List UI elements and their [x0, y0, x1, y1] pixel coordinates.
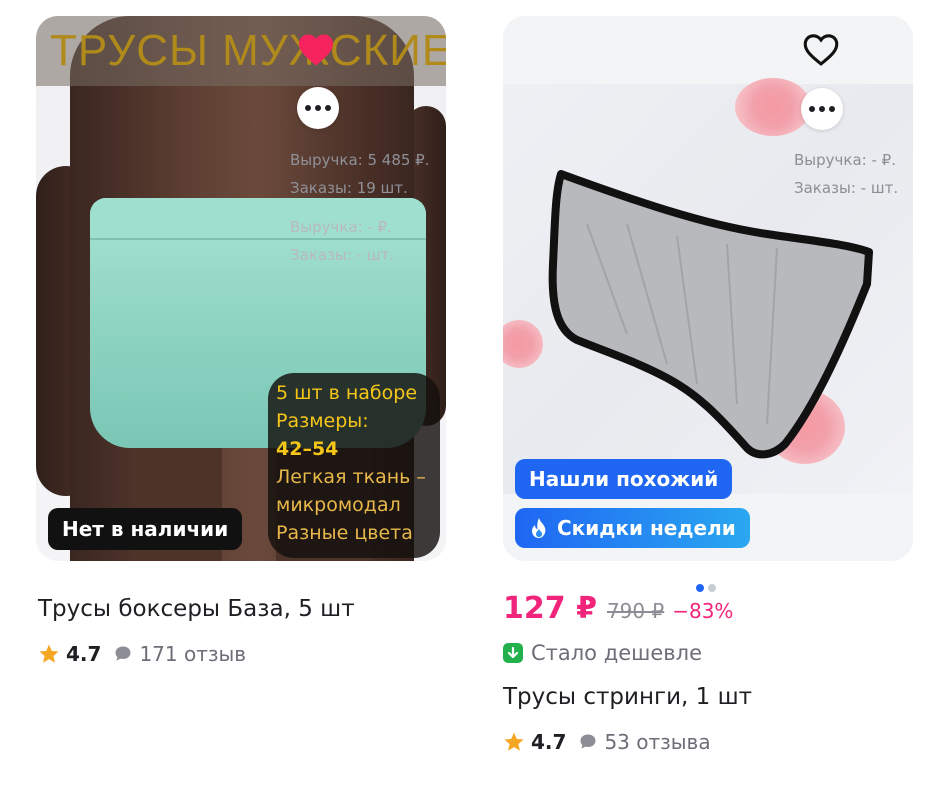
product-title[interactable]: Трусы стринги, 1 шт — [503, 684, 752, 710]
reviews-count[interactable]: 53 отзыва — [604, 730, 710, 754]
discount-percent: −83% — [672, 599, 734, 623]
reviews-count[interactable]: 171 отзыв — [139, 642, 246, 666]
product-image[interactable]: Выручка: - ₽. Заказы: - шт. Нашли похожи… — [503, 16, 913, 561]
sales-stats: Выручка: 5 485 ₽. Заказы: 19 шт. — [290, 146, 430, 202]
revenue-stat: Выручка: - ₽. — [794, 151, 896, 169]
fire-icon — [529, 517, 549, 539]
old-price: 790 ₽ — [606, 599, 665, 623]
weekly-sale-label: Скидки недели — [557, 516, 736, 540]
rating-value: 4.7 — [66, 642, 102, 666]
price-dropped-text: Стало дешевле — [531, 641, 703, 665]
photo-rose — [503, 320, 543, 368]
star-icon — [39, 644, 59, 663]
orders-stat: Заказы: - шт. — [290, 246, 395, 264]
price-dropped-label: Стало дешевле — [503, 641, 702, 665]
photo-thong — [548, 170, 873, 459]
more-dots-icon — [809, 106, 835, 112]
sales-stats: Выручка: - ₽. Заказы: - шт. — [794, 146, 898, 202]
orders-stat: Заказы: - шт. — [794, 179, 899, 197]
star-icon — [504, 732, 524, 751]
revenue-stat: Выручка: 5 485 ₽. — [290, 151, 430, 169]
sales-stats-secondary: Выручка: - ₽. Заказы: - шт. — [290, 213, 394, 269]
rating-value: 4.7 — [531, 730, 567, 754]
favorite-button[interactable] — [801, 30, 841, 70]
more-options-button[interactable] — [297, 87, 339, 129]
info-line: микромодал — [276, 494, 401, 516]
weekly-sale-badge[interactable]: Скидки недели — [515, 508, 750, 548]
product-image[interactable]: ТРУСЫ МУЖСКИЕ Выручка: 5 485 ₽. Заказы: … — [36, 16, 446, 561]
out-of-stock-badge: Нет в наличии — [48, 508, 243, 550]
info-line: Разные цвета — [276, 522, 413, 544]
arrow-down-icon — [503, 643, 523, 663]
chat-bubble-icon — [115, 646, 131, 661]
photo-rose — [735, 78, 811, 136]
heart-icon — [299, 34, 333, 66]
product-title[interactable]: Трусы боксеры База, 5 шт — [38, 596, 355, 622]
product-card-thong[interactable]: Выручка: - ₽. Заказы: - шт. Нашли похожи… — [503, 16, 913, 754]
image-banner: ТРУСЫ МУЖСКИЕ — [36, 16, 446, 86]
info-line: 42–54 — [276, 438, 339, 460]
rating-row: 4.7 53 отзыва — [503, 730, 711, 754]
find-similar-button[interactable]: Нашли похожий — [515, 459, 733, 499]
more-dots-icon — [305, 105, 331, 111]
info-line: Легкая ткань – — [276, 466, 426, 488]
price-row: 127 ₽ 790 ₽ −83% — [503, 591, 733, 626]
current-price: 127 ₽ — [503, 591, 597, 626]
favorite-button[interactable] — [296, 30, 336, 70]
orders-stat: Заказы: 19 шт. — [290, 179, 408, 197]
banner-text: ТРУСЫ МУЖСКИЕ — [50, 26, 446, 75]
rating-row: 4.7 171 отзыв — [38, 642, 246, 666]
heart-icon — [803, 34, 839, 66]
product-info-panel: 5 шт в наборе Размеры: 42–54 Легкая ткан… — [268, 373, 440, 558]
product-card-boxers[interactable]: ТРУСЫ МУЖСКИЕ Выручка: 5 485 ₽. Заказы: … — [36, 16, 446, 666]
chat-bubble-icon — [580, 734, 596, 749]
revenue-stat: Выручка: - ₽. — [290, 218, 392, 236]
info-line: 5 шт в наборе — [276, 382, 418, 404]
info-line: Размеры: — [276, 410, 369, 432]
more-options-button[interactable] — [801, 88, 843, 130]
